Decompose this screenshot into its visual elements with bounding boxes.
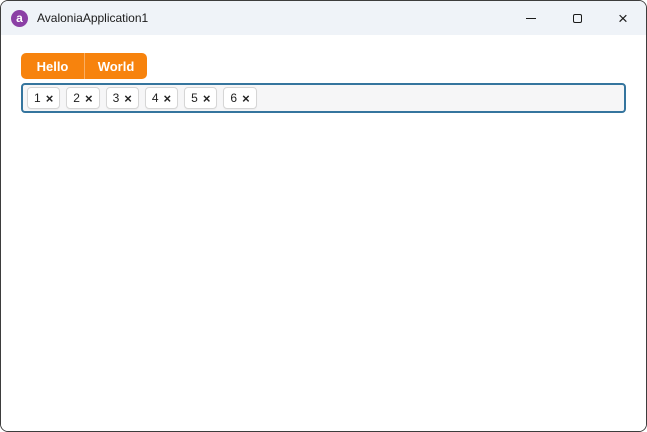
- chip-3[interactable]: 3 ×: [105, 87, 139, 109]
- tag-input-box[interactable]: 1 × 2 × 3 × 4 × 5 × 6 ×: [21, 83, 626, 113]
- minimize-icon: [526, 17, 536, 19]
- close-button[interactable]: ×: [600, 1, 646, 35]
- avalonia-logo-icon: a: [11, 9, 28, 27]
- window-title: AvaloniaApplication1: [37, 11, 149, 25]
- chip-label: 6: [230, 91, 238, 105]
- close-icon: ×: [618, 8, 628, 28]
- maximize-button[interactable]: [554, 1, 600, 35]
- minimize-button[interactable]: [508, 1, 554, 35]
- title-bar[interactable]: a AvaloniaApplication1 ×: [1, 1, 646, 35]
- chip-4[interactable]: 4 ×: [144, 87, 179, 109]
- content-area: Hello World 1 × 2 × 3 × 4 × 5 × 6 ×: [1, 35, 646, 431]
- chip-5[interactable]: 5 ×: [184, 87, 218, 109]
- chip-label: 4: [151, 91, 159, 105]
- world-button[interactable]: World: [84, 53, 147, 79]
- chip-2[interactable]: 2 ×: [66, 87, 100, 109]
- chip-remove-button[interactable]: ×: [85, 92, 93, 105]
- chip-remove-button[interactable]: ×: [242, 92, 250, 105]
- hello-button[interactable]: Hello: [21, 53, 84, 79]
- app-window: a AvaloniaApplication1 × Hello World 1 ×…: [0, 0, 647, 432]
- chip-remove-button[interactable]: ×: [203, 92, 211, 105]
- chip-label: 5: [191, 91, 198, 105]
- chip-label: 1: [34, 91, 41, 105]
- chip-1[interactable]: 1 ×: [27, 87, 61, 109]
- hello-world-segmented-button: Hello World: [21, 53, 147, 79]
- chip-remove-button[interactable]: ×: [46, 92, 54, 105]
- chip-remove-button[interactable]: ×: [124, 92, 132, 105]
- maximize-icon: [572, 13, 582, 23]
- chip-remove-button[interactable]: ×: [164, 92, 172, 105]
- chip-label: 2: [73, 91, 80, 105]
- chip-label: 3: [112, 91, 120, 105]
- chip-6[interactable]: 6 ×: [223, 87, 257, 109]
